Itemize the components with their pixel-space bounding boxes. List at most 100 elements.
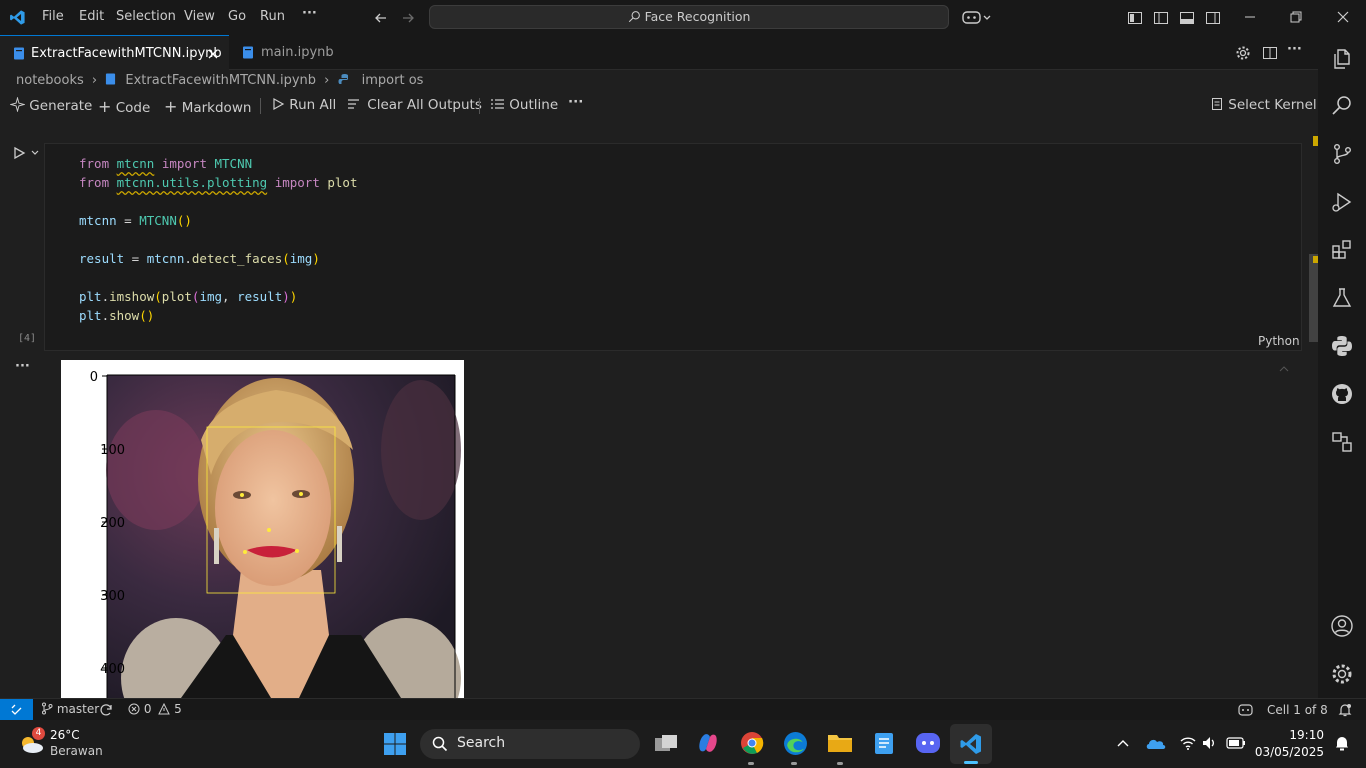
toggle-panel-icon[interactable] [1179, 10, 1195, 26]
select-kernel-button[interactable]: Select Kernel [1210, 97, 1317, 113]
search-title: Face Recognition [644, 9, 751, 24]
sync-icon[interactable] [99, 703, 113, 717]
battery-icon[interactable] [1226, 737, 1246, 749]
menu-selection[interactable]: Selection [116, 9, 176, 24]
menu-go[interactable]: Go [228, 9, 246, 24]
menu-file[interactable]: File [42, 9, 64, 24]
discord-icon[interactable] [915, 732, 941, 754]
keypoint-right-eye [299, 492, 303, 496]
close-window-icon[interactable] [1336, 10, 1350, 24]
breadcrumb-folder[interactable]: notebooks [16, 73, 84, 88]
code-label: Code [115, 100, 151, 116]
task-view-icon[interactable] [653, 732, 679, 756]
cell-position[interactable]: Cell 1 of 8 [1267, 703, 1328, 717]
toolbar-divider [479, 98, 480, 114]
notepad-icon[interactable] [873, 730, 895, 756]
close-tab-icon[interactable] [207, 48, 219, 60]
volume-icon[interactable] [1201, 735, 1217, 751]
remote-indicator[interactable] [0, 699, 33, 720]
run-cell-icon[interactable] [12, 146, 26, 160]
outline-button[interactable]: Outline [490, 97, 558, 113]
toolbar-divider [260, 98, 261, 114]
add-markdown-cell-button[interactable]: + Markdown [164, 97, 251, 116]
tab-main[interactable]: main.ipynb [229, 35, 354, 70]
chevron-down-icon[interactable] [30, 148, 40, 158]
vscode-logo-icon [10, 10, 25, 25]
vscode-taskbar-button[interactable] [950, 724, 992, 764]
cell-language-label[interactable]: Python [1258, 334, 1300, 348]
code-line-6: result = mtcnn.detect_faces(img) [79, 251, 320, 266]
copilot-status-icon[interactable] [1238, 703, 1253, 717]
output-more-button[interactable]: ··· [15, 359, 30, 374]
testing-flask-icon[interactable] [1330, 286, 1354, 310]
command-center-search[interactable]: Face Recognition [429, 5, 949, 29]
search-icon[interactable] [1330, 94, 1354, 118]
tab-extractfacewithmtcnn[interactable]: ExtractFacewithMTCNN.ipynb [0, 35, 229, 70]
generate-label: Generate [29, 98, 93, 114]
manage-gear-icon[interactable] [1330, 662, 1354, 686]
problems-indicator[interactable]: 0 5 [128, 702, 182, 716]
toggle-primary-sidebar-icon[interactable] [1153, 10, 1169, 26]
generate-button[interactable]: Generate [9, 96, 93, 114]
copilot-icon[interactable] [962, 9, 992, 26]
sparkle-icon [9, 96, 26, 113]
taskbar-search-box[interactable]: Search [420, 729, 640, 759]
source-control-icon[interactable] [1330, 142, 1354, 166]
run-all-button[interactable]: Run All [271, 97, 336, 113]
explorer-icon[interactable] [1330, 47, 1354, 71]
clear-all-outputs-button[interactable]: Clear All Outputs [347, 97, 482, 113]
remote-icon [11, 704, 22, 715]
forward-arrow-icon[interactable] [400, 10, 416, 26]
customize-layout-icon[interactable] [1127, 10, 1143, 26]
y-tick-label: 400 [100, 662, 125, 677]
chevron-right-icon: › [91, 73, 98, 88]
editor-tab-bar: ExtractFacewithMTCNN.ipynb main.ipynb ··… [0, 35, 1318, 70]
breadcrumb: notebooks › ExtractFacewithMTCNN.ipynb ›… [16, 73, 423, 88]
github-icon[interactable] [1330, 382, 1354, 406]
file-explorer-icon[interactable] [827, 732, 853, 754]
minimize-icon[interactable] [1243, 10, 1257, 24]
clock-date[interactable]: 03/05/2025 [1254, 745, 1324, 759]
show-hidden-icons-icon[interactable] [1116, 737, 1130, 749]
clock-time[interactable]: 19:10 [1262, 728, 1324, 742]
branch-indicator[interactable]: master [41, 702, 99, 716]
toggle-secondary-sidebar-icon[interactable] [1205, 10, 1221, 26]
notification-center-icon[interactable] [1334, 735, 1350, 751]
face-image-plot: 0 100 200 300 400 [90, 370, 461, 698]
edge-icon[interactable] [783, 731, 808, 756]
menu-edit[interactable]: Edit [79, 9, 104, 24]
editor-more-actions-button[interactable]: ··· [1287, 42, 1302, 57]
extensions-icon[interactable] [1330, 238, 1354, 262]
run-all-icon [273, 97, 285, 111]
error-count: 0 [143, 702, 152, 716]
add-code-cell-button[interactable]: + Code [98, 97, 150, 116]
wifi-icon[interactable] [1180, 735, 1196, 751]
toolbar-more-button[interactable]: ··· [568, 94, 583, 110]
split-editor-icon[interactable] [1262, 45, 1278, 61]
onedrive-icon[interactable] [1145, 736, 1167, 750]
menu-more-button[interactable]: ··· [302, 6, 317, 21]
editor-scrollbar-thumb[interactable] [1309, 254, 1318, 342]
notifications-bell-icon[interactable] [1338, 703, 1352, 717]
remote-explorer-icon[interactable] [1330, 430, 1354, 454]
menu-run[interactable]: Run [260, 9, 285, 24]
run-and-debug-icon[interactable] [1330, 190, 1354, 214]
back-arrow-icon[interactable] [373, 10, 389, 26]
activity-bar [1318, 35, 1366, 698]
chrome-icon[interactable] [740, 731, 764, 755]
run-all-label: Run All [289, 97, 337, 113]
breadcrumb-symbol[interactable]: import os [362, 73, 424, 88]
account-icon[interactable] [1330, 614, 1354, 638]
breadcrumb-file[interactable]: ExtractFacewithMTCNN.ipynb [125, 73, 316, 88]
menu-view[interactable]: View [184, 9, 215, 24]
copilot-app-icon[interactable] [696, 731, 720, 755]
weather-widget[interactable]: 4 26°C Berawan [16, 727, 106, 762]
restore-icon[interactable] [1289, 10, 1303, 24]
keypoint-nose [267, 528, 271, 532]
output-collapse-icon[interactable] [1279, 365, 1289, 373]
gear-icon[interactable] [1235, 45, 1251, 61]
python-icon[interactable] [1330, 334, 1354, 358]
weather-desc: Berawan [50, 744, 103, 758]
running-app-indicator [791, 762, 797, 765]
windows-start-icon[interactable] [383, 732, 407, 756]
